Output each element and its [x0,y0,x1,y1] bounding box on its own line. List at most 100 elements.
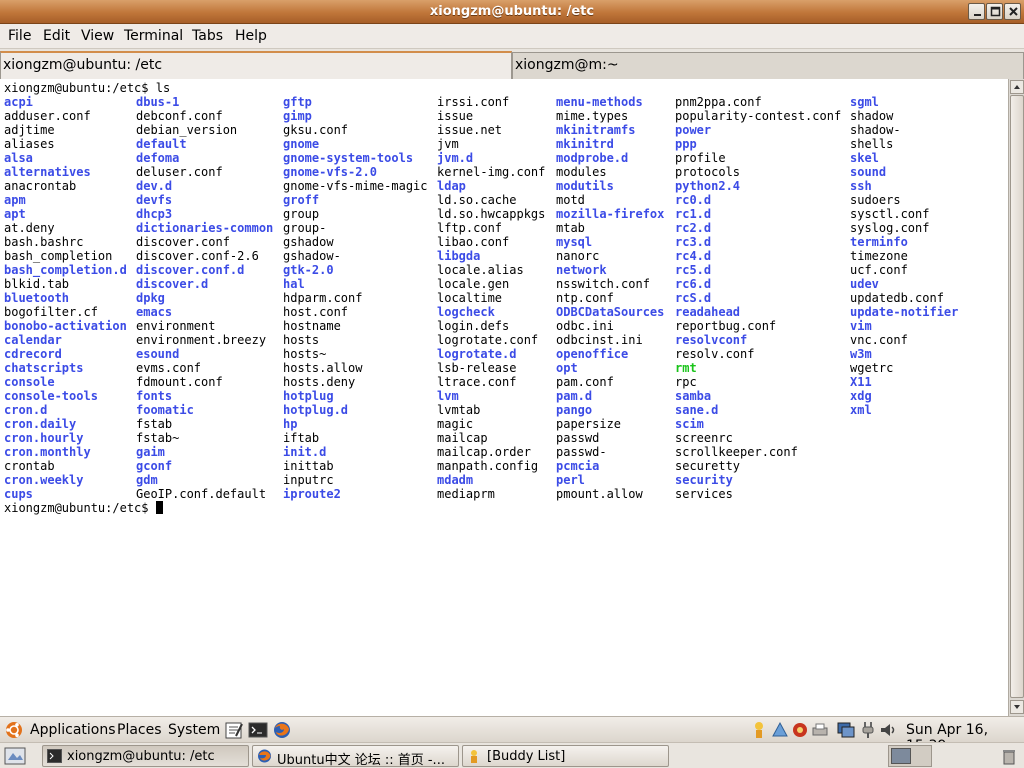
ls-entry-directory: gftp [283,95,312,109]
maximize-icon [990,6,1001,17]
task-label: xiongzm@ubuntu: /etc [67,749,215,764]
printer-icon[interactable] [810,720,830,740]
ls-entry-directory: cron.d [4,403,48,417]
ls-entry-file: adjtime [4,123,55,137]
places-menu[interactable]: Places [117,722,162,738]
ls-entry-directory: gaim [136,445,165,459]
close-button[interactable] [1004,3,1021,20]
ls-entry-file: inittab [283,459,334,473]
maximize-button[interactable] [986,3,1003,20]
menu-terminal[interactable]: Terminal [124,28,183,44]
ls-entry-directory: libgda [437,249,481,263]
ls-entry-file: shadow- [850,123,901,137]
ls-entry-directory: w3m [850,347,872,361]
ls-entry-directory: network [556,263,607,277]
ls-entry-file: wgetrc [850,361,894,375]
ls-entry-file: environment [136,319,216,333]
ls-entry-directory: apt [4,207,26,221]
trash-icon[interactable] [1000,747,1018,765]
ls-entry-directory: foomatic [136,403,194,417]
ls-entry-directory: iproute2 [283,487,341,501]
network-monitor-icon[interactable] [836,720,856,740]
ls-entry-directory: bluetooth [4,291,70,305]
window-titlebar[interactable]: xiongzm@ubuntu: /etc [0,0,1024,24]
task-label: Ubuntu中文 论坛 :: 首页 -... [277,753,445,767]
ls-entry-directory: mysql [556,235,593,249]
power-plug-icon[interactable] [858,720,878,740]
tab-xiongzm-m-home[interactable]: xiongzm@m:~ [512,52,1024,79]
menu-tabs[interactable]: Tabs [192,28,223,44]
text-editor-launcher-icon[interactable] [224,720,244,740]
scim-input-method-icon[interactable] [750,720,770,740]
ls-entry-file: sysctl.conf [850,207,930,221]
ls-entry-directory: gnome-system-tools [283,151,414,165]
prompt-current-line[interactable]: xiongzm@ubuntu:/etc$ [4,501,163,515]
ls-entry-file: protocols [675,165,741,179]
tab-xiongzm-ubuntu-etc[interactable]: xiongzm@ubuntu: /etc [0,51,512,80]
volume-icon[interactable] [878,720,898,740]
task-terminal-window[interactable]: xiongzm@ubuntu: /etc [42,745,249,767]
ls-entry-directory: rc4.d [675,249,712,263]
ls-entry-file: mime.types [556,109,629,123]
ls-entry-file: iftab [283,431,320,445]
task-firefox-window[interactable]: Ubuntu中文 论坛 :: 首页 -... [252,745,459,767]
ls-entry-directory: fonts [136,389,173,403]
ls-entry-directory: cron.hourly [4,431,84,445]
terminal-scrollbar[interactable] [1008,79,1024,716]
firefox-launcher-icon[interactable] [272,720,292,740]
gnome-panel: Applications Places System Sun Apr 16, 1… [0,716,1024,754]
ls-entry-directory: rc1.d [675,207,712,221]
ls-entry-directory: gnome-vfs-2.0 [283,165,377,179]
ls-entry-file: debconf.conf [136,109,223,123]
ls-entry-file: shells [850,137,894,151]
applications-menu[interactable]: Applications [30,722,116,738]
scroll-up-button[interactable] [1010,80,1024,94]
ls-entry-directory: mozilla-firefox [556,207,665,221]
scroll-thumb[interactable] [1010,95,1024,698]
ls-entry-directory: pam.d [556,389,593,403]
ls-entry-directory: console [4,375,55,389]
workspace-1[interactable] [891,748,911,764]
ls-entry-file: ntp.conf [556,291,614,305]
ls-entry-file: fstab~ [136,431,180,445]
menu-view[interactable]: View [81,28,114,44]
ls-entry-directory: bonobo-activation [4,319,127,333]
ls-entry-file: deluser.conf [136,165,223,179]
bluetooth-chat-icon[interactable] [770,720,790,740]
ls-entry-file: mediaprm [437,487,495,501]
task-buddy-list-window[interactable]: [Buddy List] [462,745,669,767]
ls-entry-file: login.defs [437,319,510,333]
menu-help[interactable]: Help [235,28,267,44]
ls-entry-directory: mdadm [437,473,474,487]
ls-entry-file: adduser.conf [4,109,91,123]
show-desktop-icon[interactable] [4,747,26,765]
ls-entry-file: updatedb.conf [850,291,944,305]
ls-entry-file: scrollkeeper.conf [675,445,798,459]
ls-entry-file: mailcap.order [437,445,531,459]
ls-entry-file: hdparm.conf [283,291,363,305]
scroll-down-button[interactable] [1010,700,1024,714]
ls-entry-directory: dpkg [136,291,165,305]
terminal-output[interactable]: xiongzm@ubuntu:/etc$ ls acpi adduser.conf… [0,79,1008,716]
ls-entry-directory: xdg [850,389,872,403]
ls-entry-directory: menu-methods [556,95,643,109]
ls-entry-directory: sound [850,165,887,179]
ls-entry-file: profile [675,151,726,165]
ls-entry-directory: xml [850,403,872,417]
menu-edit[interactable]: Edit [43,28,70,44]
ls-entry-file: reportbug.conf [675,319,777,333]
workspace-switcher[interactable] [888,745,932,767]
ls-entry-file: ld.so.hwcappkgs [437,207,546,221]
terminal-launcher-icon[interactable] [248,720,268,740]
ls-entry-file: group [283,207,320,221]
menu-file[interactable]: File [8,28,31,44]
gaim-tray-icon[interactable] [790,720,810,740]
minimize-button[interactable] [968,3,985,20]
ls-entry-directory: gimp [283,109,312,123]
ls-entry-directory: ldap [437,179,466,193]
system-menu[interactable]: System [168,722,220,738]
ls-entry-directory: terminfo [850,235,908,249]
ls-entry-directory: cdrecord [4,347,62,361]
ls-entry-directory: samba [675,389,712,403]
ubuntu-logo-icon[interactable] [4,720,24,740]
